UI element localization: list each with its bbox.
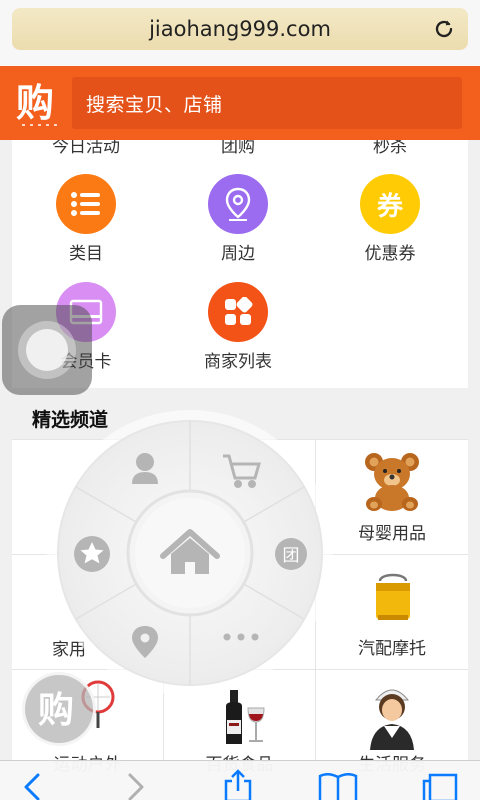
- forward-icon[interactable]: [126, 773, 146, 800]
- category-label: 优惠券: [364, 244, 416, 264]
- search-placeholder: 搜索宝贝、店铺: [86, 93, 223, 116]
- coupon-glyph: 券: [376, 191, 403, 222]
- category-item-coupon[interactable]: 券 优惠券: [330, 174, 450, 264]
- category-item-catalog[interactable]: 类目: [26, 174, 146, 264]
- shop-list-icon: [208, 282, 268, 342]
- wine-icon: [226, 690, 265, 744]
- category-item-shop-list[interactable]: 商家列表: [178, 282, 298, 372]
- browser-toolbar: [0, 760, 480, 800]
- reload-icon[interactable]: [432, 17, 456, 41]
- url-text[interactable]: jiaohang999.com: [149, 17, 331, 41]
- category-group-buy[interactable]: 团购: [178, 140, 298, 157]
- channel-label: 汽配摩托: [358, 639, 426, 659]
- category-label: 周边: [221, 244, 255, 264]
- category-label: 类目: [69, 244, 103, 264]
- category-label: 商家列表: [204, 352, 272, 372]
- channel-label: 母婴用品: [358, 524, 426, 544]
- group-buy-glyph: 团: [283, 546, 300, 566]
- search-input[interactable]: 搜索宝贝、店铺: [72, 77, 462, 129]
- tabs-icon[interactable]: [420, 773, 460, 800]
- car-battery-icon: [376, 573, 410, 620]
- teddy-bear-icon: [365, 453, 419, 511]
- channel-auto-moto[interactable]: 汽配摩托: [316, 555, 468, 670]
- group-buy-icon[interactable]: 团: [275, 538, 307, 570]
- shop-logo-icon[interactable]: 购: [14, 78, 68, 130]
- channel-maternal-baby[interactable]: 母婴用品: [316, 440, 468, 555]
- bookmarks-icon[interactable]: [318, 773, 358, 800]
- radial-quick-menu[interactable]: 团: [45, 408, 335, 698]
- list-icon: [56, 174, 116, 234]
- share-icon[interactable]: [222, 769, 254, 800]
- category-today-activity[interactable]: 今日活动: [26, 140, 146, 157]
- favorite-icon[interactable]: [74, 536, 110, 572]
- svg-text:购: 购: [16, 81, 54, 125]
- shop-logo-icon: 购: [38, 690, 74, 731]
- location-pin-icon: [208, 174, 268, 234]
- back-icon[interactable]: [22, 773, 42, 800]
- category-item-nearby[interactable]: 周边: [178, 174, 298, 264]
- address-bar[interactable]: jiaohang999.com: [12, 8, 468, 50]
- coupon-icon: 券: [360, 174, 420, 234]
- more-icon[interactable]: [223, 633, 259, 641]
- category-flash-sale[interactable]: 秒杀: [330, 140, 450, 157]
- browser-chrome: jiaohang999.com: [0, 0, 480, 66]
- assistive-core: [26, 329, 68, 371]
- assistive-touch-button[interactable]: [2, 305, 92, 395]
- service-person-icon: [370, 689, 414, 750]
- floating-logo-button[interactable]: 购: [22, 672, 96, 746]
- app-header: 购 搜索宝贝、店铺: [0, 66, 480, 140]
- svg-text:购: 购: [38, 690, 74, 731]
